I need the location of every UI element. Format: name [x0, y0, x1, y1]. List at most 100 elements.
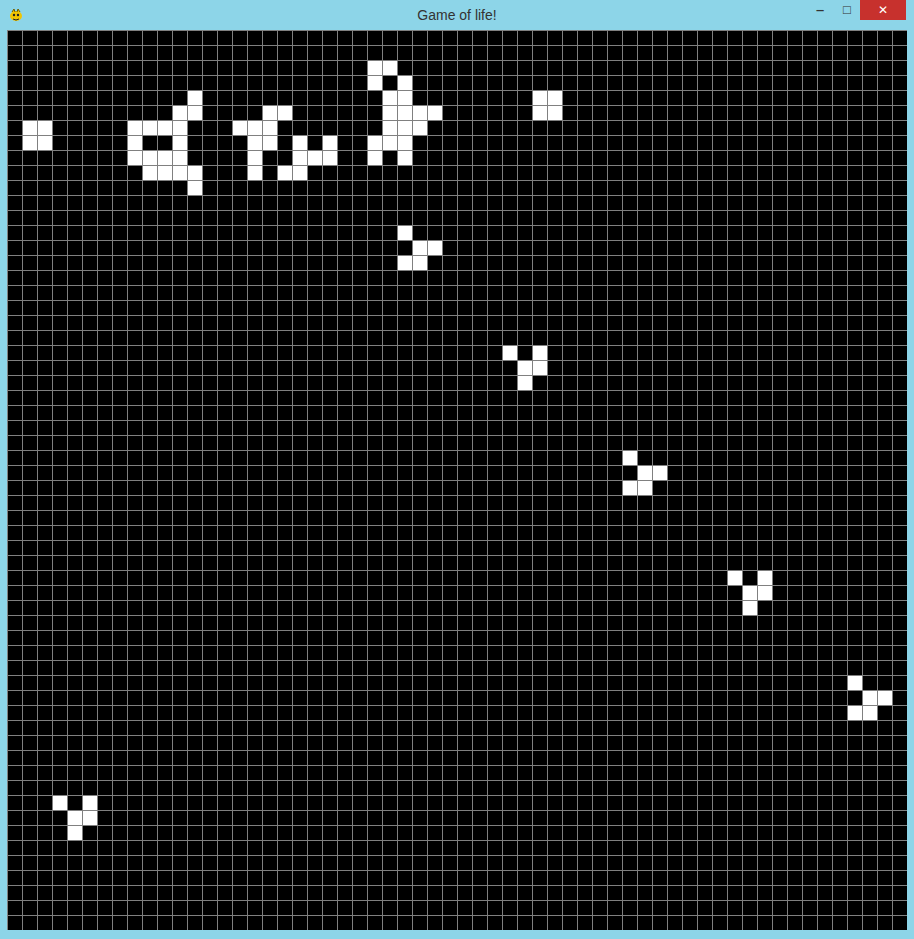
dead-cell[interactable] — [53, 421, 67, 435]
dead-cell[interactable] — [83, 166, 97, 180]
dead-cell[interactable] — [563, 76, 577, 90]
dead-cell[interactable] — [803, 91, 817, 105]
dead-cell[interactable] — [8, 256, 22, 270]
dead-cell[interactable] — [38, 166, 52, 180]
dead-cell[interactable] — [113, 391, 127, 405]
dead-cell[interactable] — [53, 106, 67, 120]
dead-cell[interactable] — [323, 31, 337, 45]
dead-cell[interactable] — [878, 451, 892, 465]
dead-cell[interactable] — [713, 451, 727, 465]
dead-cell[interactable] — [338, 331, 352, 345]
dead-cell[interactable] — [68, 466, 82, 480]
dead-cell[interactable] — [893, 241, 907, 255]
dead-cell[interactable] — [533, 196, 547, 210]
dead-cell[interactable] — [368, 316, 382, 330]
dead-cell[interactable] — [878, 316, 892, 330]
dead-cell[interactable] — [488, 346, 502, 360]
dead-cell[interactable] — [113, 526, 127, 540]
dead-cell[interactable] — [53, 61, 67, 75]
dead-cell[interactable] — [503, 331, 517, 345]
live-cell[interactable] — [398, 121, 412, 135]
dead-cell[interactable] — [188, 451, 202, 465]
dead-cell[interactable] — [593, 346, 607, 360]
dead-cell[interactable] — [203, 271, 217, 285]
dead-cell[interactable] — [353, 151, 367, 165]
dead-cell[interactable] — [578, 511, 592, 525]
dead-cell[interactable] — [848, 421, 862, 435]
dead-cell[interactable] — [323, 376, 337, 390]
dead-cell[interactable] — [773, 496, 787, 510]
dead-cell[interactable] — [518, 106, 532, 120]
dead-cell[interactable] — [863, 301, 877, 315]
dead-cell[interactable] — [413, 166, 427, 180]
dead-cell[interactable] — [893, 256, 907, 270]
dead-cell[interactable] — [743, 376, 757, 390]
dead-cell[interactable] — [893, 106, 907, 120]
dead-cell[interactable] — [863, 106, 877, 120]
dead-cell[interactable] — [98, 451, 112, 465]
dead-cell[interactable] — [248, 211, 262, 225]
dead-cell[interactable] — [803, 301, 817, 315]
dead-cell[interactable] — [893, 181, 907, 195]
dead-cell[interactable] — [23, 31, 37, 45]
dead-cell[interactable] — [233, 166, 247, 180]
dead-cell[interactable] — [488, 91, 502, 105]
dead-cell[interactable] — [113, 46, 127, 60]
dead-cell[interactable] — [203, 421, 217, 435]
dead-cell[interactable] — [83, 451, 97, 465]
dead-cell[interactable] — [698, 301, 712, 315]
dead-cell[interactable] — [308, 181, 322, 195]
dead-cell[interactable] — [248, 406, 262, 420]
dead-cell[interactable] — [23, 106, 37, 120]
dead-cell[interactable] — [218, 511, 232, 525]
dead-cell[interactable] — [398, 361, 412, 375]
dead-cell[interactable] — [458, 466, 472, 480]
dead-cell[interactable] — [128, 256, 142, 270]
dead-cell[interactable] — [233, 91, 247, 105]
dead-cell[interactable] — [518, 286, 532, 300]
dead-cell[interactable] — [383, 376, 397, 390]
dead-cell[interactable] — [848, 91, 862, 105]
dead-cell[interactable] — [638, 76, 652, 90]
dead-cell[interactable] — [548, 121, 562, 135]
dead-cell[interactable] — [8, 271, 22, 285]
dead-cell[interactable] — [83, 31, 97, 45]
dead-cell[interactable] — [473, 376, 487, 390]
dead-cell[interactable] — [728, 136, 742, 150]
dead-cell[interactable] — [398, 181, 412, 195]
dead-cell[interactable] — [818, 31, 832, 45]
dead-cell[interactable] — [413, 481, 427, 495]
dead-cell[interactable] — [278, 31, 292, 45]
dead-cell[interactable] — [533, 181, 547, 195]
dead-cell[interactable] — [53, 331, 67, 345]
dead-cell[interactable] — [863, 166, 877, 180]
dead-cell[interactable] — [473, 421, 487, 435]
dead-cell[interactable] — [533, 376, 547, 390]
dead-cell[interactable] — [38, 196, 52, 210]
dead-cell[interactable] — [53, 406, 67, 420]
dead-cell[interactable] — [68, 421, 82, 435]
dead-cell[interactable] — [578, 331, 592, 345]
dead-cell[interactable] — [428, 391, 442, 405]
dead-cell[interactable] — [398, 301, 412, 315]
dead-cell[interactable] — [473, 61, 487, 75]
dead-cell[interactable] — [158, 76, 172, 90]
dead-cell[interactable] — [518, 76, 532, 90]
dead-cell[interactable] — [683, 361, 697, 375]
dead-cell[interactable] — [848, 76, 862, 90]
dead-cell[interactable] — [623, 226, 637, 240]
dead-cell[interactable] — [638, 301, 652, 315]
dead-cell[interactable] — [833, 61, 847, 75]
dead-cell[interactable] — [188, 31, 202, 45]
dead-cell[interactable] — [608, 241, 622, 255]
dead-cell[interactable] — [323, 76, 337, 90]
dead-cell[interactable] — [668, 406, 682, 420]
dead-cell[interactable] — [353, 256, 367, 270]
dead-cell[interactable] — [623, 196, 637, 210]
dead-cell[interactable] — [803, 106, 817, 120]
dead-cell[interactable] — [308, 511, 322, 525]
dead-cell[interactable] — [98, 46, 112, 60]
dead-cell[interactable] — [713, 511, 727, 525]
dead-cell[interactable] — [818, 301, 832, 315]
dead-cell[interactable] — [8, 211, 22, 225]
